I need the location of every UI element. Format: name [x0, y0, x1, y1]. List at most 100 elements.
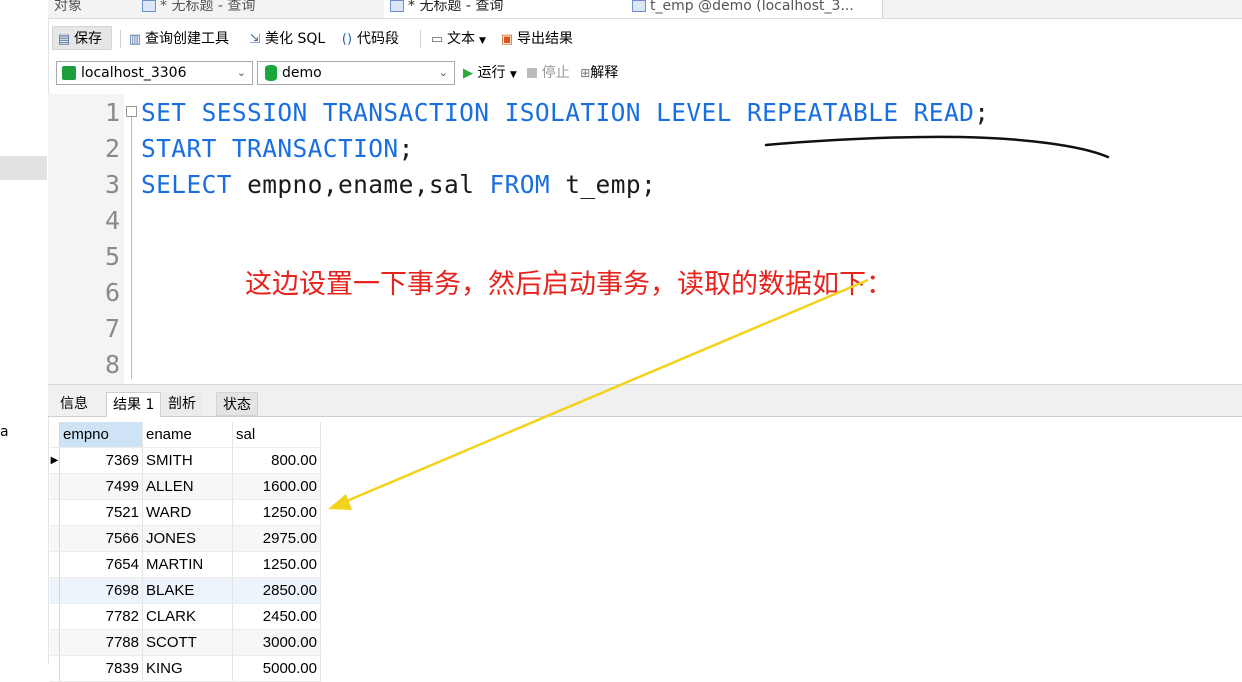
line-number: 2 — [104, 134, 120, 163]
tab-t-emp-table[interactable]: t_emp @demo (localhost_3... — [626, 0, 883, 18]
cell-empno[interactable]: 7499 — [59, 473, 143, 500]
toolbar-divider — [420, 30, 421, 48]
table-row[interactable]: 7788 SCOTT 3000.00 — [50, 629, 321, 656]
cell-empno[interactable]: 7788 — [59, 629, 143, 656]
object-panel-text-fragment: a — [0, 424, 9, 440]
row-indicator[interactable] — [50, 629, 60, 656]
cell-ename[interactable]: JONES — [142, 525, 233, 552]
cell-empno[interactable]: 7654 — [59, 551, 143, 578]
cell-sal[interactable]: 2450.00 — [232, 603, 321, 630]
export-result-label: 导出结果 — [517, 31, 573, 47]
current-row-pointer-icon[interactable]: ▶ — [50, 447, 60, 474]
tab-status[interactable]: 状态 — [216, 392, 258, 416]
tab-objects-label: 对象 — [54, 0, 82, 14]
row-indicator[interactable] — [50, 473, 60, 500]
table-row[interactable]: 7839 KING 5000.00 — [50, 655, 321, 682]
dropdown-caret-icon: ▼ — [509, 70, 517, 80]
beautify-sql-button[interactable]: ⇲ 美化 SQL — [248, 26, 326, 52]
cell-ename[interactable]: MARTIN — [142, 551, 233, 578]
row-indicator[interactable] — [50, 577, 60, 604]
run-button[interactable]: ▶ 运行 ▼ — [463, 65, 517, 81]
connection-select[interactable]: localhost_3306 ⌄ — [56, 61, 253, 85]
query-builder-button[interactable]: ▥ 查询创建工具 — [128, 26, 229, 52]
row-indicator[interactable] — [50, 655, 60, 682]
cell-sal[interactable]: 1250.00 — [232, 499, 321, 526]
cell-ename[interactable]: KING — [142, 655, 233, 682]
stop-label: 停止 — [541, 65, 570, 81]
tab-result-1[interactable]: 结果 1 — [106, 392, 162, 417]
table-row[interactable]: 7698 BLAKE 2850.00 — [50, 577, 321, 604]
explain-button[interactable]: ⊞解释 — [580, 65, 618, 81]
column-header-empno[interactable]: empno — [59, 422, 143, 448]
cell-empno[interactable]: 7782 — [59, 603, 143, 630]
cell-sal[interactable]: 2975.00 — [232, 525, 321, 552]
cell-ename[interactable]: WARD — [142, 499, 233, 526]
text-icon: ▭ — [430, 32, 444, 47]
cell-sal[interactable]: 1250.00 — [232, 551, 321, 578]
fold-guide — [131, 117, 132, 379]
tab-profile[interactable]: 剖析 — [162, 392, 202, 416]
cell-ename[interactable]: CLARK — [142, 603, 233, 630]
object-panel-edge — [0, 0, 49, 664]
chevron-down-icon: ⌄ — [438, 66, 448, 79]
tab-untitled-query-1[interactable]: * 无标题 - 查询 — [136, 0, 389, 18]
cell-sal[interactable]: 3000.00 — [232, 629, 321, 656]
sql-columns: empno,ename,sal — [247, 170, 475, 199]
line-number: 5 — [104, 242, 120, 271]
text-output-button[interactable]: ▭ 文本 ▼ — [430, 26, 486, 52]
cell-empno[interactable]: 7566 — [59, 525, 143, 552]
column-header-ename[interactable]: ename — [142, 422, 233, 448]
cell-sal[interactable]: 1600.00 — [232, 473, 321, 500]
stop-button[interactable]: 停止 — [527, 65, 570, 81]
cell-ename[interactable]: SCOTT — [142, 629, 233, 656]
tab-untitled-query-2[interactable]: * 无标题 - 查询 — [384, 0, 631, 18]
fold-toggle-icon[interactable] — [126, 106, 137, 117]
sql-keywords: START TRANSACTION — [141, 134, 399, 163]
query-builder-label: 查询创建工具 — [145, 31, 229, 47]
table-row[interactable]: 7654 MARTIN 1250.00 — [50, 551, 321, 578]
row-indicator[interactable] — [50, 603, 60, 630]
save-icon: ▤ — [57, 32, 71, 47]
cell-sal[interactable]: 2850.00 — [232, 577, 321, 604]
row-indicator[interactable] — [50, 525, 60, 552]
annotation-arrowhead — [328, 494, 352, 510]
sql-keywords: SET SESSION TRANSACTION ISOLATION LEVEL … — [141, 98, 975, 127]
cell-empno[interactable]: 7839 — [59, 655, 143, 682]
cell-ename[interactable]: SMITH — [142, 447, 233, 474]
tab-info[interactable]: 信息 — [54, 392, 94, 416]
code-line-2: START TRANSACTION; — [141, 131, 414, 167]
export-result-button[interactable]: ▣ 导出结果 — [500, 26, 573, 52]
query-tab-icon — [390, 0, 404, 12]
code-line-3: SELECT empno,ename,sal FROM t_emp; — [141, 167, 656, 203]
cell-ename[interactable]: BLAKE — [142, 577, 233, 604]
cell-sal[interactable]: 800.00 — [232, 447, 321, 474]
cell-ename[interactable]: ALLEN — [142, 473, 233, 500]
table-row[interactable]: ▶ 7369 SMITH 800.00 — [50, 447, 321, 474]
explain-label: 解释 — [590, 65, 619, 81]
table-row[interactable]: 7782 CLARK 2450.00 — [50, 603, 321, 630]
table-row[interactable]: 7566 JONES 2975.00 — [50, 525, 321, 552]
table-row[interactable]: 7499 ALLEN 1600.00 — [50, 473, 321, 500]
run-controls: ▶ 运行 ▼ 停止 ⊞解释 — [463, 61, 618, 85]
cell-empno[interactable]: 7369 — [59, 447, 143, 474]
toolbar-divider — [120, 30, 121, 48]
line-number: 8 — [104, 350, 120, 379]
result-grid[interactable]: empno ename sal ▶ 7369 SMITH 800.00 7499 ALLE… — [50, 422, 321, 682]
cell-empno[interactable]: 7698 — [59, 577, 143, 604]
object-panel-selected-item[interactable] — [0, 156, 47, 180]
chevron-down-icon: ⌄ — [236, 66, 246, 79]
table-row[interactable]: 7521 WARD 1250.00 — [50, 499, 321, 526]
tab-label: * 无标题 - 查询 — [408, 0, 504, 14]
code-snippet-button[interactable]: () 代码段 — [340, 26, 399, 52]
database-select[interactable]: demo ⌄ — [257, 61, 455, 85]
code-snippet-icon: () — [341, 32, 353, 47]
save-button[interactable]: ▤ 保存 — [52, 26, 112, 50]
row-indicator[interactable] — [50, 499, 60, 526]
code-line-1: SET SESSION TRANSACTION ISOLATION LEVEL … — [141, 95, 989, 131]
cell-empno[interactable]: 7521 — [59, 499, 143, 526]
row-indicator[interactable] — [50, 551, 60, 578]
cell-sal[interactable]: 5000.00 — [232, 655, 321, 682]
line-number: 4 — [104, 206, 120, 235]
tab-objects[interactable]: 对象 — [48, 0, 141, 18]
column-header-sal[interactable]: sal — [232, 422, 321, 448]
